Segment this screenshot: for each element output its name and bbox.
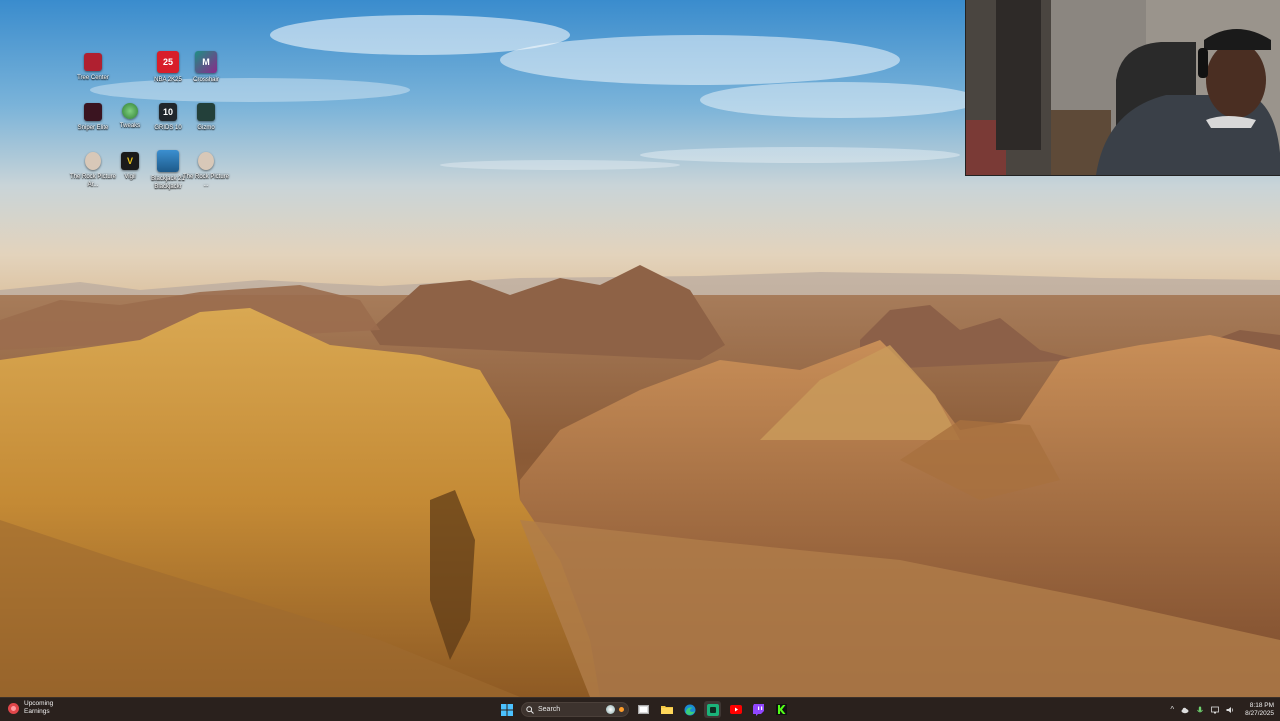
vigil-app-icon: V bbox=[121, 152, 139, 170]
blackjack-app-icon bbox=[157, 150, 179, 172]
taskbar-clock[interactable]: 8:18 PM 8/27/2025 bbox=[1245, 702, 1274, 718]
search-placeholder: Search bbox=[538, 706, 561, 713]
desktop-icon-label: Tree Center bbox=[77, 75, 109, 81]
search-highlight-dot bbox=[619, 707, 624, 712]
folder-icon bbox=[660, 706, 673, 714]
tweaks-app-icon bbox=[122, 103, 138, 119]
crosshair-app-icon: M bbox=[195, 51, 217, 73]
cloud-icon[interactable] bbox=[1181, 706, 1189, 714]
nba2k25-icon: 25 bbox=[157, 51, 179, 73]
desktop-icon-label: Gizmo bbox=[197, 125, 215, 131]
widget-line-1: Upcoming bbox=[24, 700, 54, 707]
sniper-elite-icon bbox=[84, 103, 102, 121]
taskbar-center: Search bbox=[498, 700, 790, 719]
tree-center-icon bbox=[84, 53, 102, 71]
youtube-button[interactable] bbox=[727, 701, 744, 718]
webcam-overlay bbox=[965, 0, 1280, 176]
task-view-icon bbox=[638, 705, 649, 714]
desktop-icon-label: Crosshair bbox=[193, 77, 219, 83]
desktop-icon-crosshair[interactable]: M Crosshair bbox=[180, 51, 232, 84]
weather-widget[interactable]: Upcoming Earnings bbox=[8, 700, 53, 716]
file-explorer-button[interactable] bbox=[658, 701, 675, 718]
rock-picture-icon-2 bbox=[198, 152, 214, 170]
microphone-icon[interactable] bbox=[1196, 706, 1204, 714]
kick-icon bbox=[776, 704, 787, 715]
green-app-icon bbox=[706, 703, 719, 716]
desktop-icon-tree-center[interactable]: Tree Center bbox=[67, 53, 119, 82]
search-highlight-icon bbox=[606, 705, 615, 714]
windows-start-icon bbox=[500, 703, 513, 716]
task-view-button[interactable] bbox=[635, 701, 652, 718]
network-icon[interactable] bbox=[1211, 706, 1219, 714]
desktop[interactable]: Tree Center 25 NBA 2K25 M Crosshair Snip… bbox=[0, 0, 1280, 697]
desktop-icon-gizmo[interactable]: Gizmo bbox=[180, 103, 232, 132]
taskbar: Upcoming Earnings Search ^ 8:18 PM 8/27/… bbox=[0, 697, 1280, 721]
edge-button[interactable] bbox=[681, 701, 698, 718]
start-button[interactable] bbox=[498, 701, 515, 718]
tray-overflow-chevron-icon[interactable]: ^ bbox=[1170, 705, 1174, 714]
grids-app-icon: 10 bbox=[159, 103, 177, 121]
system-tray: ^ 8:18 PM 8/27/2025 bbox=[1170, 700, 1274, 719]
kick-button[interactable] bbox=[773, 701, 790, 718]
rock-picture-icon-1 bbox=[85, 152, 101, 170]
search-icon bbox=[526, 705, 534, 714]
clock-date: 8/27/2025 bbox=[1245, 709, 1274, 717]
desktop-icon-rock-picture-2[interactable]: The Rock Picture ... bbox=[180, 152, 232, 189]
taskbar-search[interactable]: Search bbox=[521, 702, 629, 717]
youtube-icon bbox=[729, 705, 742, 714]
desktop-icon-label: The Rock Picture ... bbox=[182, 174, 230, 188]
widget-line-2: Earnings bbox=[24, 708, 50, 715]
edge-icon bbox=[684, 704, 695, 715]
twitch-button[interactable] bbox=[750, 701, 767, 718]
webcam-feed bbox=[966, 0, 1280, 175]
gizmo-app-icon bbox=[197, 103, 215, 121]
app-green-button[interactable] bbox=[704, 701, 721, 718]
volume-icon[interactable] bbox=[1226, 706, 1234, 714]
widget-icon bbox=[8, 702, 19, 714]
clock-time: 8:18 PM bbox=[1249, 701, 1274, 709]
twitch-icon bbox=[753, 703, 764, 716]
weather-widget-text: Upcoming Earnings bbox=[24, 700, 53, 716]
